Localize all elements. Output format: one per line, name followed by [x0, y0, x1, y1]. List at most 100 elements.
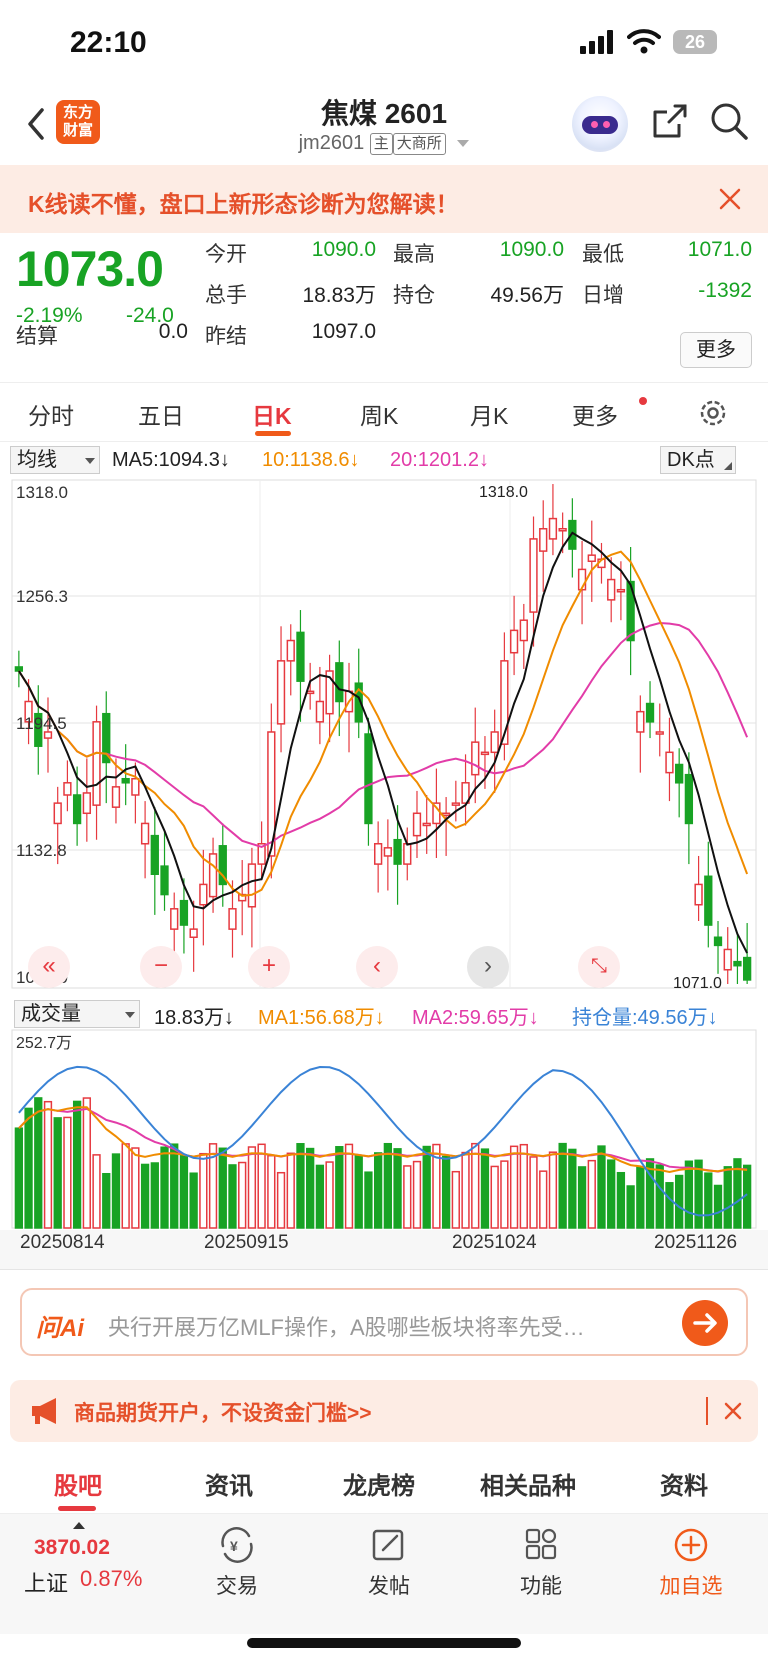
- settle-value: 0.0: [158, 320, 188, 343]
- min-price-marker: 1071.0: [673, 975, 722, 992]
- close-icon[interactable]: [716, 185, 744, 213]
- candlestick-chart[interactable]: 1318.0 1256.3 1194.5 1132.8 1071.0 1318.…: [0, 478, 768, 992]
- tab-more[interactable]: 更多: [572, 397, 618, 431]
- volume-bar: [422, 1145, 431, 1229]
- candle: [199, 883, 208, 906]
- volume-bar: [577, 1166, 587, 1229]
- volume-bar: [267, 1154, 276, 1229]
- tab-weekly-k[interactable]: 周K: [360, 397, 398, 431]
- volume-bar: [597, 1145, 606, 1229]
- grid-icon: [525, 1528, 557, 1560]
- yen-cycle-icon: ¥: [221, 1527, 253, 1563]
- candle: [140, 822, 150, 845]
- trade-label: 交易: [216, 1575, 258, 1598]
- volume-bar: [189, 1172, 198, 1229]
- low-label: 最低: [582, 243, 624, 266]
- home-indicator: [247, 1638, 521, 1648]
- candle: [208, 853, 218, 898]
- volume-legend-row: 成交量 18.83万↓ MA1:56.68万↓ MA2:59.65万↓ 持仓量:…: [0, 996, 768, 1030]
- wifi-icon: [627, 29, 661, 54]
- tab-intraday[interactable]: 分时: [28, 397, 74, 431]
- tab-five-day[interactable]: 五日: [138, 397, 184, 431]
- volume-bar: [111, 1153, 121, 1229]
- megaphone-icon: [32, 1398, 56, 1424]
- volume-bar: [238, 1161, 247, 1229]
- candle: [82, 792, 91, 815]
- zoom-out-icon[interactable]: −: [140, 946, 182, 988]
- tab-forum[interactable]: 股吧: [54, 1466, 102, 1501]
- vol-ma2-label: MA2:59.65万↓: [412, 1007, 539, 1029]
- tab-dragon-tiger[interactable]: 龙虎榜: [343, 1466, 415, 1501]
- candle: [160, 865, 169, 896]
- candle: [14, 666, 24, 672]
- trade-button[interactable]: ¥ 交易: [202, 1526, 272, 1606]
- candle: [63, 782, 72, 796]
- volume-bar: [451, 1170, 460, 1229]
- volume-value: 18.83万: [302, 284, 376, 307]
- candle: [655, 731, 664, 735]
- share-icon[interactable]: [649, 100, 691, 142]
- candle: [742, 956, 752, 981]
- candle: [694, 883, 703, 906]
- volume-bar: [82, 1097, 91, 1229]
- ad-banner[interactable]: 商品期货开户，不设资金门槛>>: [10, 1380, 758, 1442]
- gear-icon[interactable]: [697, 397, 729, 429]
- candle: [723, 948, 732, 971]
- oi-value: 49.56万: [490, 284, 564, 307]
- tab-profile[interactable]: 资料: [660, 1466, 708, 1501]
- indicator-dropdown[interactable]: 均线: [10, 446, 100, 474]
- candle: [373, 843, 383, 865]
- axis-label-3: 1194.5: [16, 714, 67, 733]
- functions-button[interactable]: 功能: [506, 1526, 576, 1606]
- volume-bar: [218, 1147, 227, 1229]
- max-price-marker: 1318.0: [479, 484, 528, 501]
- volume-bar: [92, 1154, 101, 1229]
- ad-divider: [706, 1397, 708, 1425]
- candle: [539, 527, 548, 552]
- candle: [713, 936, 723, 947]
- close-icon[interactable]: [722, 1400, 744, 1422]
- notification-dot: [639, 397, 647, 405]
- zoom-in-icon[interactable]: +: [248, 946, 290, 988]
- edit-icon: [372, 1529, 404, 1561]
- arrow-right-icon[interactable]: [682, 1300, 728, 1346]
- banner-text: K线读不懂，盘口上新形态诊断为您解读！: [28, 191, 459, 217]
- volume-bar: [568, 1148, 577, 1229]
- ai-search-box[interactable]: 问Ai 央行开展万亿MLF操作，A股哪些板块将率先受…: [20, 1288, 748, 1356]
- rewind-icon[interactable]: «: [28, 946, 70, 988]
- ai-robot-icon[interactable]: [572, 96, 628, 152]
- volume-bar: [325, 1161, 334, 1229]
- daily-inc-label: 日增: [582, 284, 624, 307]
- svg-text:¥: ¥: [230, 1538, 238, 1554]
- volume-bar: [383, 1142, 393, 1229]
- add-watchlist-button[interactable]: 加自选: [656, 1526, 726, 1606]
- tab-monthly-k[interactable]: 月K: [470, 397, 508, 431]
- ma-legend-row: 均线 MA5:1094.3↓ 10:1138.6↓ 20:1201.2↓ DK点: [0, 444, 768, 478]
- expand-icon[interactable]: ⤡: [578, 946, 620, 988]
- more-button[interactable]: 更多: [680, 332, 752, 368]
- chevron-right-icon[interactable]: ›: [467, 946, 509, 988]
- chevron-left-icon[interactable]: ‹: [356, 946, 398, 988]
- candle: [412, 812, 422, 837]
- dk-point-button[interactable]: DK点: [660, 446, 736, 474]
- volume-bar: [43, 1100, 53, 1229]
- promo-banner[interactable]: K线读不懂，盘口上新形态诊断为您解读！: [0, 165, 768, 233]
- post-button[interactable]: 发帖: [354, 1526, 424, 1606]
- candle: [92, 721, 101, 806]
- dropdown-caret-icon: [457, 140, 470, 148]
- candle: [393, 838, 402, 865]
- volume-chart[interactable]: 252.7万: [0, 1028, 768, 1230]
- volume-indicator-dropdown[interactable]: 成交量: [14, 1000, 140, 1028]
- candle: [558, 527, 567, 532]
- tab-news[interactable]: 资讯: [205, 1466, 253, 1501]
- volume-bar: [170, 1143, 179, 1229]
- index-name: 上证: [24, 1571, 69, 1596]
- volume-bar: [160, 1146, 169, 1229]
- volume-bar: [471, 1142, 480, 1229]
- volume-bar: [636, 1166, 645, 1229]
- candle: [675, 763, 684, 784]
- header: 东方 财富 焦煤 2601 jm2601 主大商所: [0, 86, 768, 164]
- search-icon[interactable]: [708, 100, 750, 142]
- tab-related[interactable]: 相关品种: [480, 1466, 576, 1501]
- tab-daily-k[interactable]: 日K: [252, 397, 292, 431]
